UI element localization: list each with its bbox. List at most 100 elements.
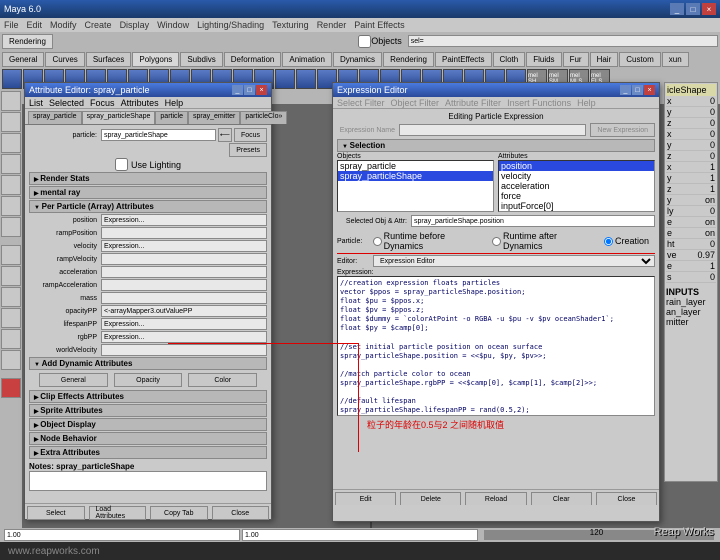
tab-spray-emitter[interactable]: spray_emitter [188, 111, 240, 124]
attr-menu-help[interactable]: Help [165, 98, 184, 108]
use-lighting-checkbox[interactable] [115, 158, 128, 171]
channel-input[interactable]: mitter [666, 317, 716, 327]
menu-texturing[interactable]: Texturing [272, 20, 309, 30]
layout-three[interactable] [1, 329, 21, 349]
layout-single[interactable] [1, 245, 21, 265]
list-item[interactable]: force [499, 191, 654, 201]
editor-select[interactable]: Expression Editor [373, 255, 655, 267]
shelf-deformation[interactable]: Deformation [224, 52, 282, 67]
module-rendering[interactable]: Rendering [2, 34, 53, 49]
shelf-fur[interactable]: Fur [563, 52, 589, 67]
attr-menu-attributes[interactable]: Attributes [121, 98, 159, 108]
shelf-surfaces[interactable]: Surfaces [86, 52, 132, 67]
maximize-icon[interactable]: □ [686, 3, 700, 15]
attr-menu-focus[interactable]: Focus [90, 98, 115, 108]
tool-manip[interactable] [1, 196, 21, 216]
shelf-polygons[interactable]: Polygons [132, 52, 179, 67]
expr-menu-help[interactable]: Help [577, 98, 596, 108]
objects-checkbox[interactable] [358, 35, 371, 48]
channel-attr[interactable]: ht [667, 239, 675, 249]
list-item[interactable]: acceleration [499, 181, 654, 191]
channel-val[interactable]: 1 [710, 162, 715, 172]
sel-field[interactable]: sel= [408, 35, 718, 47]
tab-spray-particle-shape[interactable]: spray_particleShape [82, 111, 156, 124]
layout-two-v[interactable] [1, 308, 21, 328]
tool-rotate[interactable] [1, 154, 21, 174]
layout-four[interactable] [1, 266, 21, 286]
channel-attr[interactable]: y [667, 173, 672, 183]
channel-attr[interactable]: z [667, 151, 672, 161]
pp-field[interactable]: Expression... [101, 318, 267, 330]
channel-attr[interactable]: y [667, 195, 672, 205]
section-render-stats[interactable]: Render Stats [29, 172, 267, 185]
tab-particle-cloud[interactable]: particleClo» [240, 111, 287, 124]
selection-header[interactable]: Selection [337, 139, 655, 152]
close-button[interactable]: Close [212, 506, 270, 520]
new-expr-button[interactable]: New Expression [590, 123, 655, 137]
channel-input[interactable]: an_layer [666, 307, 716, 317]
channel-attr[interactable]: x [667, 129, 672, 139]
copy-tab-button[interactable]: Copy Tab [150, 506, 208, 520]
section-add-dyn[interactable]: Add Dynamic Attributes [29, 357, 267, 370]
menu-display[interactable]: Display [120, 20, 150, 30]
sel-obj-field[interactable]: spray_particleShape.position [411, 215, 655, 227]
channel-val[interactable]: 0 [710, 206, 715, 216]
channel-attr[interactable]: e [667, 261, 672, 271]
shelf-paintfx[interactable]: PaintEffects [435, 52, 492, 67]
list-item[interactable]: spray_particleShape [338, 171, 493, 181]
channel-attr[interactable]: e [667, 228, 672, 238]
pp-field[interactable] [101, 279, 267, 291]
channel-attr[interactable]: y [667, 140, 672, 150]
list-item[interactable]: inputForce[1] [499, 211, 654, 212]
channel-input[interactable]: rain_layer [666, 297, 716, 307]
radio-creation[interactable]: Creation [604, 236, 649, 246]
menu-lighting[interactable]: Lighting/Shading [197, 20, 264, 30]
attr-close-icon[interactable]: × [256, 85, 267, 95]
section-node-behav[interactable]: Node Behavior [29, 432, 267, 445]
pp-field[interactable] [101, 292, 267, 304]
menu-create[interactable]: Create [85, 20, 112, 30]
list-item[interactable]: position [499, 161, 654, 171]
tool-move[interactable] [1, 133, 21, 153]
channel-attr[interactable]: z [667, 118, 672, 128]
shelf-icon[interactable] [2, 69, 22, 89]
section-obj-display[interactable]: Object Display [29, 418, 267, 431]
tab-spray-particle[interactable]: spray_particle [28, 111, 82, 124]
close-icon[interactable]: × [702, 3, 716, 15]
expr-menu-selfilter[interactable]: Select Filter [337, 98, 385, 108]
select-button[interactable]: Select [27, 506, 85, 520]
expr-menu-objfilter[interactable]: Object Filter [391, 98, 440, 108]
list-item[interactable]: velocity [499, 171, 654, 181]
channel-attr[interactable]: ly [667, 206, 674, 216]
channel-val[interactable]: 1 [710, 173, 715, 183]
shelf-xun[interactable]: xun [662, 52, 689, 67]
shelf-fluids[interactable]: Fluids [526, 52, 561, 67]
shelf-animation[interactable]: Animation [282, 52, 332, 67]
shelf-rendering[interactable]: Rendering [383, 52, 434, 67]
channel-val[interactable]: 0 [710, 239, 715, 249]
pp-field[interactable]: <-arrayMapper3.outValuePP [101, 305, 267, 317]
channel-val[interactable]: on [705, 228, 715, 238]
radio-runtime-before[interactable]: Runtime before Dynamics [373, 231, 486, 251]
menu-render[interactable]: Render [317, 20, 347, 30]
expr-clear-button[interactable]: Clear [531, 492, 592, 505]
add-color-button[interactable]: Color [188, 373, 257, 387]
section-sprite[interactable]: Sprite Attributes [29, 404, 267, 417]
channel-attr[interactable]: e [667, 217, 672, 227]
channel-val[interactable]: 0.97 [697, 250, 715, 260]
tool-lasso[interactable] [1, 112, 21, 132]
range-end[interactable]: 1.00 [242, 529, 478, 541]
expr-menu-insertfn[interactable]: Insert Functions [507, 98, 571, 108]
channel-attr[interactable]: x [667, 162, 672, 172]
section-per-particle[interactable]: Per Particle (Array) Attributes [29, 200, 267, 213]
pp-field[interactable]: Expression... [101, 240, 267, 252]
shelf-hair[interactable]: Hair [590, 52, 619, 67]
attr-menu-list[interactable]: List [29, 98, 43, 108]
tab-particle[interactable]: particle [155, 111, 188, 124]
layout-outliner[interactable] [1, 350, 21, 370]
section-extra[interactable]: Extra Attributes [29, 446, 267, 459]
shelf-custom[interactable]: Custom [619, 52, 661, 67]
channel-val[interactable]: 0 [710, 107, 715, 117]
layout-two-h[interactable] [1, 287, 21, 307]
channel-attr[interactable]: y [667, 107, 672, 117]
